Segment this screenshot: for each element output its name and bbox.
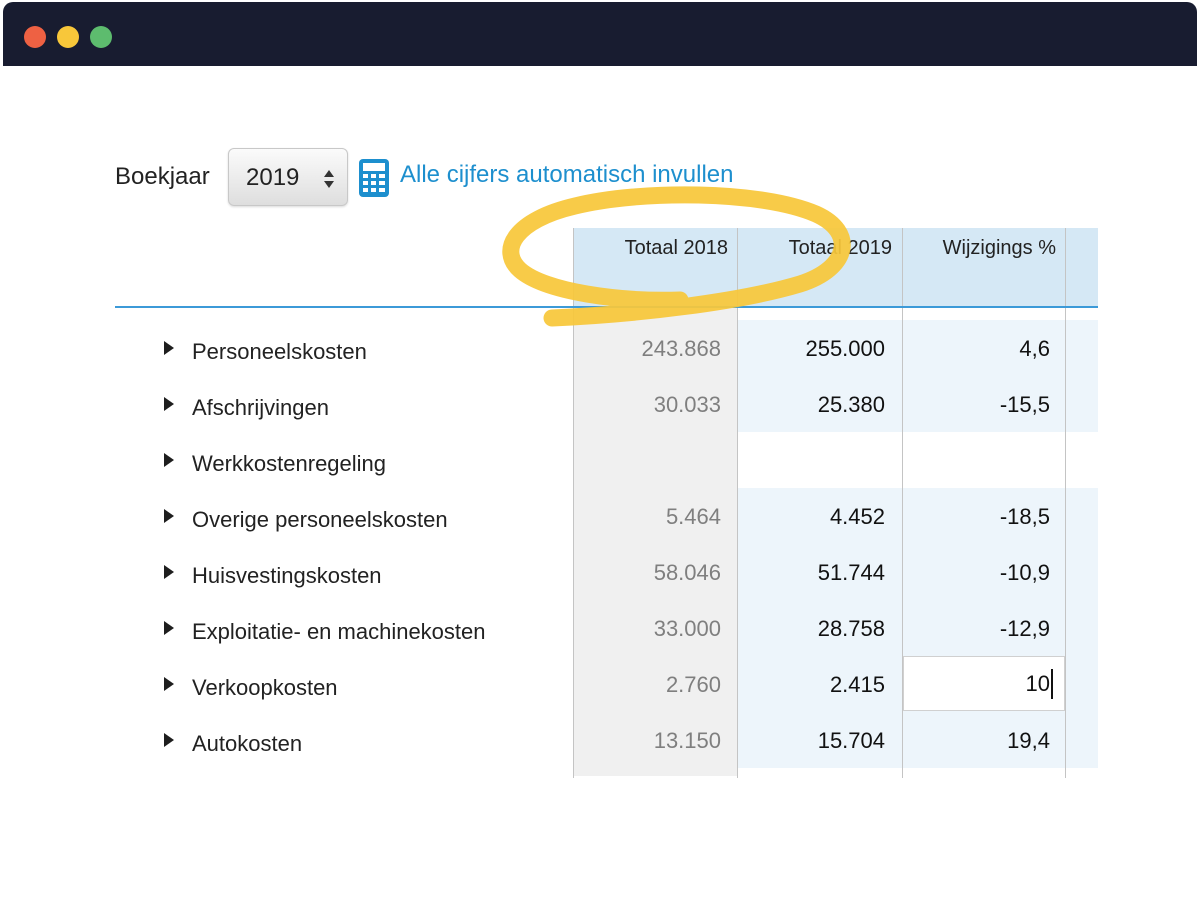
cell-2019[interactable]: 28.758 [738, 616, 885, 642]
row-label-autokosten: Autokosten [192, 731, 303, 756]
row-label-overige-personeelskosten: Overige personeelskosten [192, 507, 448, 532]
cell-2019[interactable]: 51.744 [738, 560, 885, 586]
text-caret [1051, 669, 1053, 699]
cell-2018: 13.150 [653, 728, 721, 753]
cell-2018: 5.464 [665, 504, 721, 529]
cell-2019[interactable]: 15.704 [738, 728, 885, 754]
expand-arrow-icon[interactable] [164, 677, 174, 691]
row-label-exploitatie-machinekosten: Exploitatie- en machinekosten [192, 619, 486, 644]
cell-change-pct[interactable]: -12,9 [903, 616, 1050, 642]
expand-arrow-icon[interactable] [164, 397, 174, 411]
row-label-huisvestingskosten: Huisvestingskosten [192, 563, 382, 588]
cell-2018: 2.760 [665, 672, 721, 697]
expand-arrow-icon[interactable] [164, 453, 174, 467]
cell-change-pct[interactable]: 19,4 [903, 728, 1050, 754]
row-label-werkkostenregeling: Werkkostenregeling [192, 451, 387, 476]
autofill-all-link[interactable]: Alle cijfers automatisch invullen [400, 161, 733, 189]
cell-2018: 30.033 [653, 392, 721, 417]
column-divider [1065, 228, 1066, 778]
expand-arrow-icon[interactable] [164, 733, 174, 747]
cell-change-pct[interactable]: -15,5 [903, 392, 1050, 418]
cell-change-pct[interactable]: 4,6 [903, 336, 1050, 362]
cell-2019[interactable]: 255.000 [738, 336, 885, 362]
expand-arrow-icon[interactable] [164, 565, 174, 579]
column-header-change-pct: Wijzigings % [942, 237, 1056, 259]
cell-2018: 33.000 [653, 616, 721, 641]
row-label-verkoopkosten: Verkoopkosten [192, 675, 338, 700]
cell-2018: 58.046 [653, 560, 721, 585]
year-label: Boekjaar [115, 163, 210, 190]
close-window-button[interactable] [24, 26, 46, 48]
cell-change-pct[interactable]: -18,5 [903, 504, 1050, 530]
maximize-window-button[interactable] [90, 26, 112, 48]
calculator-icon[interactable] [358, 158, 390, 198]
year-select-value: 2019 [246, 164, 300, 191]
expand-arrow-icon[interactable] [164, 509, 174, 523]
cell-2019[interactable]: 4.452 [738, 504, 885, 530]
expand-arrow-icon[interactable] [164, 621, 174, 635]
row-label-afschrijvingen: Afschrijvingen [192, 395, 329, 420]
year-select[interactable]: 2019 [228, 148, 348, 206]
cell-2019[interactable]: 2.415 [738, 672, 885, 698]
header-extra-background [1066, 228, 1098, 306]
cell-2018: 243.868 [641, 336, 721, 361]
change-pct-input[interactable] [903, 656, 1065, 711]
select-arrows-icon [324, 170, 334, 188]
header-rule [115, 306, 1098, 308]
cell-change-pct[interactable]: -10,9 [903, 560, 1050, 586]
minimize-window-button[interactable] [57, 26, 79, 48]
expand-arrow-icon[interactable] [164, 341, 174, 355]
column-header-2019: Totaal 2019 [788, 237, 892, 259]
window-title-bar [3, 2, 1197, 66]
row-label-personeelskosten: Personeelskosten [192, 339, 367, 364]
column-header-2018: Totaal 2018 [624, 237, 728, 259]
cell-2019[interactable]: 25.380 [738, 392, 885, 418]
